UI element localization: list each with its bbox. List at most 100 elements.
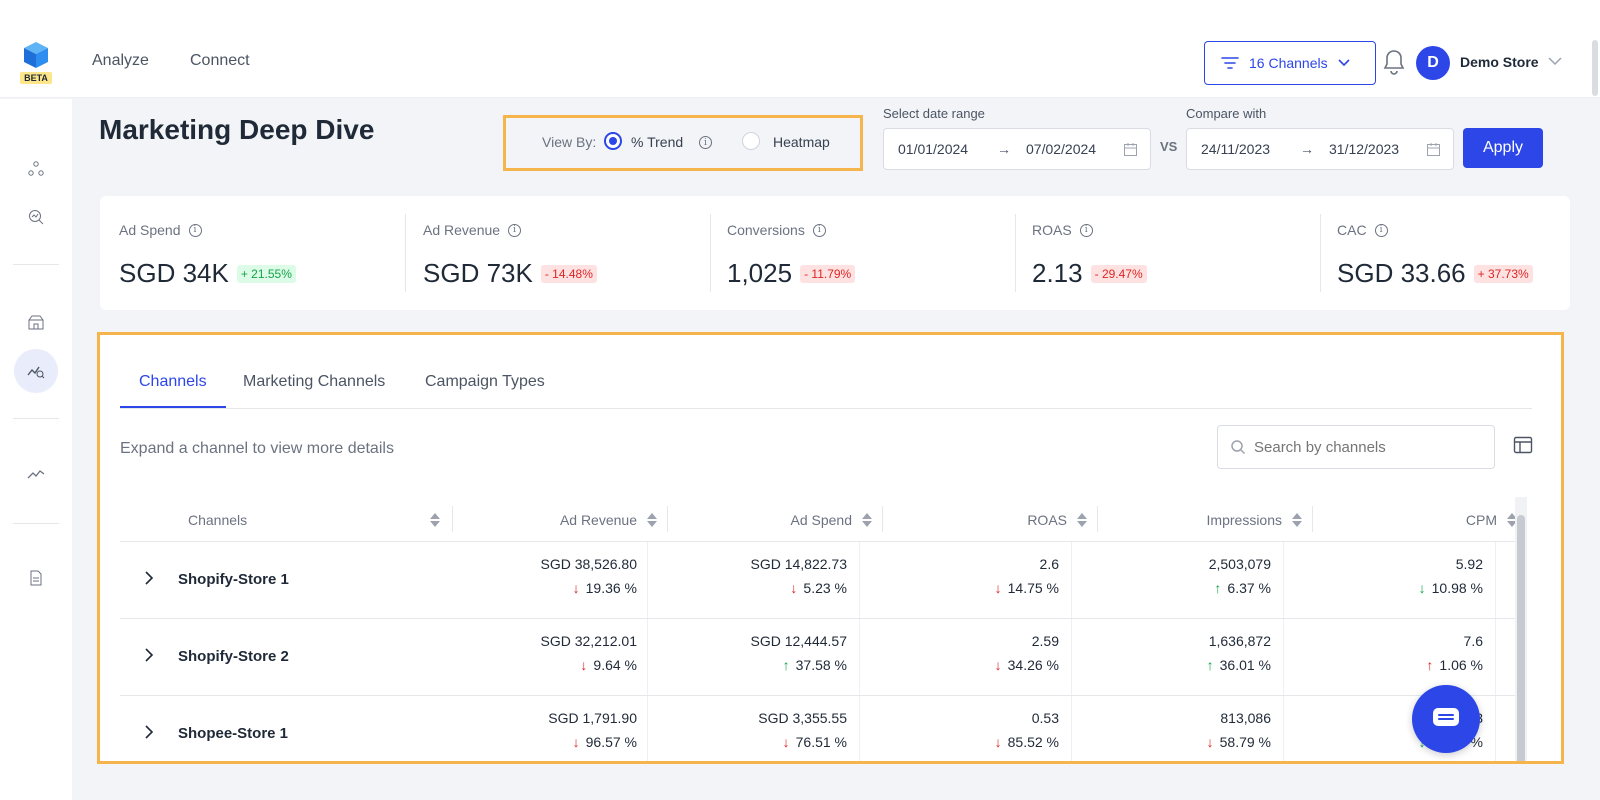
logo-cube-icon	[24, 42, 48, 68]
kpi-ad-revenue: Ad Revenue i SGD 73K - 14.48%	[404, 196, 704, 310]
arrow-down-icon: ↓	[580, 657, 588, 673]
store-name[interactable]: Demo Store	[1460, 54, 1539, 70]
kpi-cac: CAC i SGD 33.66 + 37.73%	[1318, 196, 1600, 310]
nav-analyze[interactable]: Analyze	[92, 52, 149, 70]
tab-channels[interactable]: Channels	[139, 373, 207, 391]
channels-filter-button[interactable]: 16 Channels	[1204, 41, 1376, 85]
column-divider	[882, 506, 883, 532]
scrollbar-thumb[interactable]	[1517, 515, 1525, 761]
kpi-value: 2.13	[1032, 258, 1083, 288]
sidebar-item-store[interactable]	[20, 306, 52, 338]
cell-divider	[859, 542, 860, 618]
sidebar-item-reports[interactable]	[20, 562, 52, 594]
table-scrollbar[interactable]	[1515, 497, 1527, 761]
info-icon[interactable]: i	[1374, 223, 1388, 237]
column-header-ad-revenue[interactable]: Ad Revenue	[460, 500, 657, 540]
cell-change: 96.57 %	[585, 734, 637, 750]
search-input[interactable]	[1254, 438, 1474, 456]
arrow-up-icon: ↑	[1426, 657, 1434, 673]
date-range-label: Select date range	[883, 106, 985, 121]
column-label: Channels	[188, 512, 248, 528]
store-chevron-down-icon[interactable]	[1548, 56, 1562, 66]
info-icon[interactable]: i	[188, 223, 202, 237]
sidebar-item-trends[interactable]	[20, 458, 52, 490]
kpi-title: Conversions	[727, 222, 805, 238]
info-icon[interactable]: i	[812, 223, 826, 237]
document-icon	[30, 570, 42, 586]
heatmap-radio[interactable]	[742, 132, 760, 150]
kpi-conversions: Conversions i 1,025 - 11.79%	[708, 196, 1008, 310]
channel-search[interactable]	[1217, 425, 1495, 469]
sidebar-divider	[13, 264, 59, 265]
arrow-right-icon: →	[997, 141, 1011, 157]
cell-divider	[1495, 619, 1496, 695]
column-header-ad-spend[interactable]: Ad Spend	[672, 500, 872, 540]
column-header-roas[interactable]: ROAS	[887, 500, 1087, 540]
compare-date-picker[interactable]: 24/11/2023 → 31/12/2023	[1186, 128, 1454, 170]
column-label: Ad Revenue	[559, 512, 637, 528]
arrow-down-icon: ↓	[994, 734, 1002, 750]
cell-divider	[647, 542, 648, 618]
info-icon[interactable]: i	[699, 136, 712, 149]
chat-button[interactable]	[1412, 685, 1480, 753]
chevron-right-icon[interactable]	[142, 725, 156, 739]
impressions-cell: 813,086 ↓ 58.79 %	[1084, 710, 1271, 750]
view-by-toggle: View By: % Trend i Heatmap	[503, 115, 863, 171]
filter-icon	[1221, 57, 1239, 69]
column-header-cpm[interactable]: CPM	[1317, 500, 1517, 540]
cell-value: SGD 3,355.55	[758, 710, 847, 726]
chevron-right-icon[interactable]	[142, 648, 156, 662]
date-range-picker[interactable]: 01/01/2024 → 07/02/2024	[883, 128, 1151, 170]
table-row[interactable]: Shopee-Store 1 SGD 1,791.90 ↓ 96.57 % SGD …	[120, 696, 1520, 761]
chevron-right-icon[interactable]	[142, 571, 156, 585]
cell-value: 2.59	[1031, 633, 1059, 649]
heatmap-radio-label[interactable]: Heatmap	[773, 134, 830, 150]
trend-radio[interactable]	[604, 132, 622, 150]
trend-radio-label[interactable]: % Trend	[631, 134, 683, 150]
sort-icon[interactable]	[647, 513, 657, 527]
cell-divider	[1071, 696, 1072, 761]
sidebar-item-marketing[interactable]	[14, 349, 58, 393]
sort-icon[interactable]	[1292, 513, 1302, 527]
date-range-start: 01/01/2024	[898, 141, 969, 157]
sidebar-item-graph[interactable]	[20, 153, 52, 185]
trend-line-icon	[27, 470, 45, 479]
date-range-end: 07/02/2024	[1026, 141, 1097, 157]
tab-marketing-channels[interactable]: Marketing Channels	[243, 373, 385, 391]
cell-divider	[859, 619, 860, 695]
arrow-down-icon: ↓	[790, 580, 798, 596]
cell-divider	[1495, 542, 1496, 618]
kpi-value: SGD 33.66	[1337, 258, 1466, 288]
ad-revenue-cell: SGD 1,791.90 ↓ 96.57 %	[450, 710, 637, 750]
avatar[interactable]: D	[1416, 46, 1450, 80]
cell-divider	[1071, 542, 1072, 618]
sidebar-item-insights[interactable]	[20, 201, 52, 233]
cell-change: 19.36 %	[585, 580, 637, 596]
chevron-down-icon	[1338, 59, 1350, 67]
cpm-cell: 7.6 ↑ 1.06 %	[1296, 633, 1483, 673]
table-row[interactable]: Shopify-Store 1 SGD 38,526.80 ↓ 19.36 % SG…	[120, 542, 1520, 618]
arrow-down-icon: ↓	[994, 657, 1002, 673]
app-logo[interactable]: BETA	[20, 42, 52, 84]
ad-spend-cell: SGD 12,444.57 ↑ 37.58 %	[660, 633, 847, 673]
tab-campaign-types[interactable]: Campaign Types	[425, 373, 545, 391]
table-row[interactable]: Shopify-Store 2 SGD 32,212.01 ↓ 9.64 % SGD…	[120, 619, 1520, 695]
sort-icon[interactable]	[862, 513, 872, 527]
info-icon[interactable]: i	[1079, 223, 1093, 237]
column-divider	[667, 506, 668, 532]
page-scrollbar[interactable]	[1592, 40, 1598, 96]
column-header-impressions[interactable]: Impressions	[1102, 500, 1302, 540]
roas-cell: 0.53 ↓ 85.52 %	[872, 710, 1059, 750]
sort-icon[interactable]	[430, 513, 440, 527]
info-icon[interactable]: i	[508, 223, 522, 237]
sort-icon[interactable]	[1077, 513, 1087, 527]
apply-button[interactable]: Apply	[1463, 128, 1543, 168]
column-header-channels[interactable]: Channels	[188, 500, 440, 540]
notification-bell-icon[interactable]	[1382, 49, 1406, 75]
cpm-cell: 5.92 ↓ 10.98 %	[1296, 556, 1483, 596]
tab-divider	[120, 408, 1532, 409]
ad-revenue-cell: SGD 38,526.80 ↓ 19.36 %	[450, 556, 637, 596]
columns-settings-icon[interactable]	[1513, 435, 1533, 455]
nav-connect[interactable]: Connect	[190, 52, 250, 70]
cell-divider	[859, 696, 860, 761]
